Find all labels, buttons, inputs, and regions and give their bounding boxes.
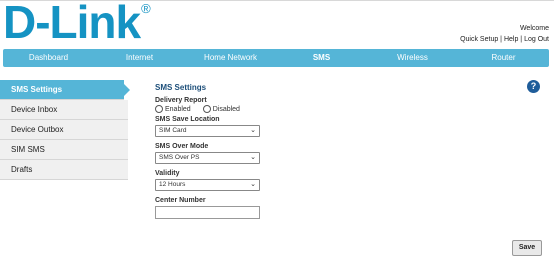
registered-mark: ® — [141, 1, 151, 16]
delivery-report-options: Enabled Disabled — [155, 104, 455, 114]
save-location-label: SMS Save Location — [155, 116, 220, 123]
enabled-radio[interactable] — [155, 105, 163, 113]
enabled-radio-label: Enabled — [165, 105, 191, 113]
validity-value: 12 Hours — [159, 181, 186, 188]
center-number-input[interactable] — [155, 206, 260, 219]
help-link[interactable]: Help — [504, 36, 518, 43]
nav-dashboard[interactable]: Dashboard — [3, 49, 94, 67]
validity-label: Validity — [155, 170, 180, 177]
over-mode-value: SMS Over PS — [159, 154, 200, 161]
dlink-logo: D-Link® — [3, 0, 193, 45]
quick-setup-link[interactable]: Quick Setup — [460, 36, 498, 43]
welcome-text: Welcome — [519, 25, 549, 32]
sidebar-item-sms-settings[interactable]: SMS Settings — [0, 80, 130, 100]
delivery-report-label: Delivery Report — [155, 97, 207, 104]
sidebar-item-drafts[interactable]: Drafts — [0, 160, 128, 180]
nav-router[interactable]: Router — [458, 49, 549, 67]
save-location-value: SIM Card — [159, 127, 187, 134]
disabled-radio-label: Disabled — [212, 105, 240, 113]
save-button[interactable]: Save — [512, 240, 542, 256]
main-nav: Dashboard Internet Home Network SMS Wire… — [3, 49, 549, 67]
over-mode-select[interactable]: SMS Over PS ⌄ — [155, 152, 260, 164]
validity-select[interactable]: 12 Hours ⌄ — [155, 179, 260, 191]
top-links: Quick Setup | Help | Log Out — [460, 36, 549, 43]
sidebar-item-device-outbox[interactable]: Device Outbox — [0, 120, 128, 140]
nav-sms[interactable]: SMS — [276, 49, 367, 67]
chevron-down-icon: ⌄ — [250, 154, 256, 161]
nav-wireless[interactable]: Wireless — [367, 49, 458, 67]
over-mode-label: SMS Over Mode — [155, 143, 209, 150]
chevron-down-icon: ⌄ — [250, 181, 256, 188]
sidebar: SMS Settings Device Inbox Device Outbox … — [0, 80, 132, 180]
nav-home-network[interactable]: Home Network — [185, 49, 276, 67]
question-icon[interactable]: ? — [527, 80, 540, 93]
logout-link[interactable]: Log Out — [524, 36, 549, 43]
logo-text: D-Link — [3, 0, 141, 48]
sidebar-item-sim-sms[interactable]: SIM SMS — [0, 140, 128, 160]
chevron-down-icon: ⌄ — [250, 127, 256, 134]
page-title: SMS Settings — [155, 83, 207, 92]
center-number-label: Center Number — [155, 197, 206, 204]
sidebar-item-device-inbox[interactable]: Device Inbox — [0, 100, 128, 120]
nav-internet[interactable]: Internet — [94, 49, 185, 67]
settings-panel: SMS Settings Delivery Report Enabled Dis… — [155, 83, 455, 219]
save-location-select[interactable]: SIM Card ⌄ — [155, 125, 260, 137]
disabled-radio[interactable] — [202, 105, 211, 113]
